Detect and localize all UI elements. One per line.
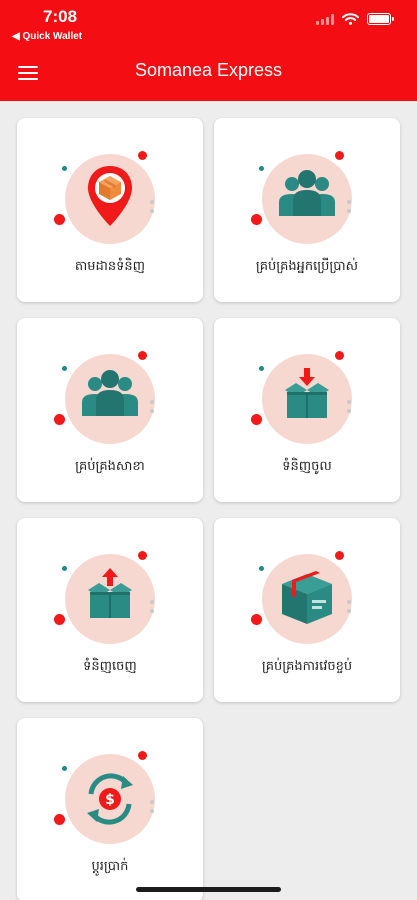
card-illustration: [54, 351, 155, 444]
status-icons: [316, 13, 394, 25]
menu-card-goods-in[interactable]: ទំនិញចូល: [214, 318, 400, 502]
card-illustration: [54, 151, 155, 244]
svg-text:$: $: [105, 792, 115, 808]
menu-card-branch-management[interactable]: គ្រប់គ្រងសាខា: [17, 318, 203, 502]
cellular-signal-icon: [316, 13, 334, 25]
card-label: តាមដានទំនិញ: [74, 259, 146, 274]
menu-card-tracking[interactable]: តាមដានទំនិញ: [17, 118, 203, 302]
card-illustration: [54, 551, 155, 644]
card-label: គ្រប់គ្រងសាខា: [75, 459, 145, 474]
card-illustration: [251, 551, 352, 644]
users-group-icon: [82, 370, 138, 416]
menu-card-packaging-management[interactable]: គ្រប់គ្រងការវេចខ្ចប់: [214, 518, 400, 702]
back-to-app-link[interactable]: ◀ Quick Wallet: [12, 31, 82, 42]
home-indicator[interactable]: [136, 887, 281, 892]
menu-card-goods-out[interactable]: ទំនិញចេញ: [17, 518, 203, 702]
card-illustration: [251, 351, 352, 444]
card-label: ទំនិញចេញ: [83, 659, 137, 674]
card-label: ប្តូរប្រាក់: [91, 859, 129, 874]
card-illustration: [251, 151, 352, 244]
app-header: 7:08 ◀ Quick Wallet Somanea Express: [0, 0, 417, 101]
wifi-icon: [342, 13, 359, 25]
menu-grid: តាមដានទំនិញ គ្រប់គ្រងអ្នកប្រើប្រាស់ គ្រប…: [17, 118, 400, 900]
card-label: គ្រប់គ្រងការវេចខ្ចប់: [261, 659, 353, 674]
card-label: ទំនិញចូល: [282, 459, 332, 474]
box-in-icon: [285, 368, 329, 418]
box-out-icon: [88, 568, 132, 618]
parcel-location-icon: [88, 166, 132, 226]
menu-card-money-exchange[interactable]: $ ប្តូរប្រាក់: [17, 718, 203, 900]
card-label: គ្រប់គ្រងអ្នកប្រើប្រាស់: [255, 259, 359, 274]
package-box-icon: [282, 571, 332, 624]
page-title: Somanea Express: [134, 60, 283, 80]
users-group-icon: [279, 170, 335, 216]
battery-icon: [367, 13, 394, 25]
status-time: 7:08: [43, 7, 78, 26]
card-illustration: $: [54, 751, 155, 844]
money-exchange-icon: $: [87, 773, 133, 825]
menu-card-user-management[interactable]: គ្រប់គ្រងអ្នកប្រើប្រាស់: [214, 118, 400, 302]
